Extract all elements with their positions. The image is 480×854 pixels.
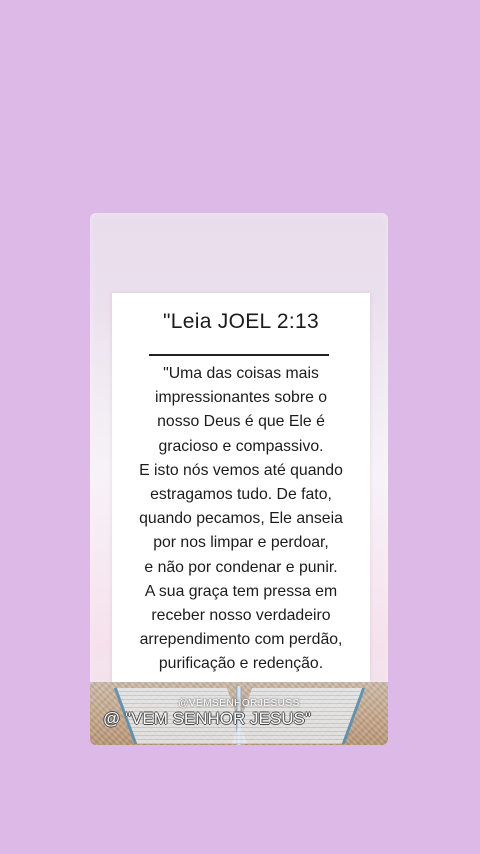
- quote-line: estragamos tudo. De fato,: [150, 486, 332, 504]
- handle-watermark: @ "VEM SENHOR JESUS": [103, 709, 311, 728]
- quote-line: A sua graça tem pressa em: [144, 582, 338, 600]
- quote-line: "Uma das coisas mais: [163, 365, 319, 382]
- quote-line: gracioso e compassivo.: [158, 437, 324, 455]
- quote-line: purificação e redenção.: [158, 655, 324, 673]
- quote-line: arrependimento com perdão,: [139, 631, 343, 649]
- quote-line: por nos limpar e perdoar,: [153, 534, 329, 552]
- quote-line: nosso Deus é que Ele é: [157, 413, 325, 431]
- quote-line: E isto nós vemos até quando: [139, 461, 343, 479]
- quote-line: receber nosso verdadeiro: [151, 607, 331, 625]
- quote-line: e não por condenar e punir.: [144, 558, 338, 576]
- small-handle-watermark: @VEMSENHORJESUSS: [178, 698, 300, 709]
- title-divider: [149, 354, 329, 356]
- quote-line: impressionantes sobre o: [154, 389, 328, 407]
- quote-line: quando pecamos, Ele anseia: [139, 510, 343, 528]
- quote-text: "Uma das coisas mais impressionantes sob…: [116, 362, 366, 677]
- card-title: "Leia JOEL 2:13: [163, 310, 319, 333]
- quote-card: "Leia JOEL 2:13 "Uma das coisas mais imp…: [112, 293, 370, 688]
